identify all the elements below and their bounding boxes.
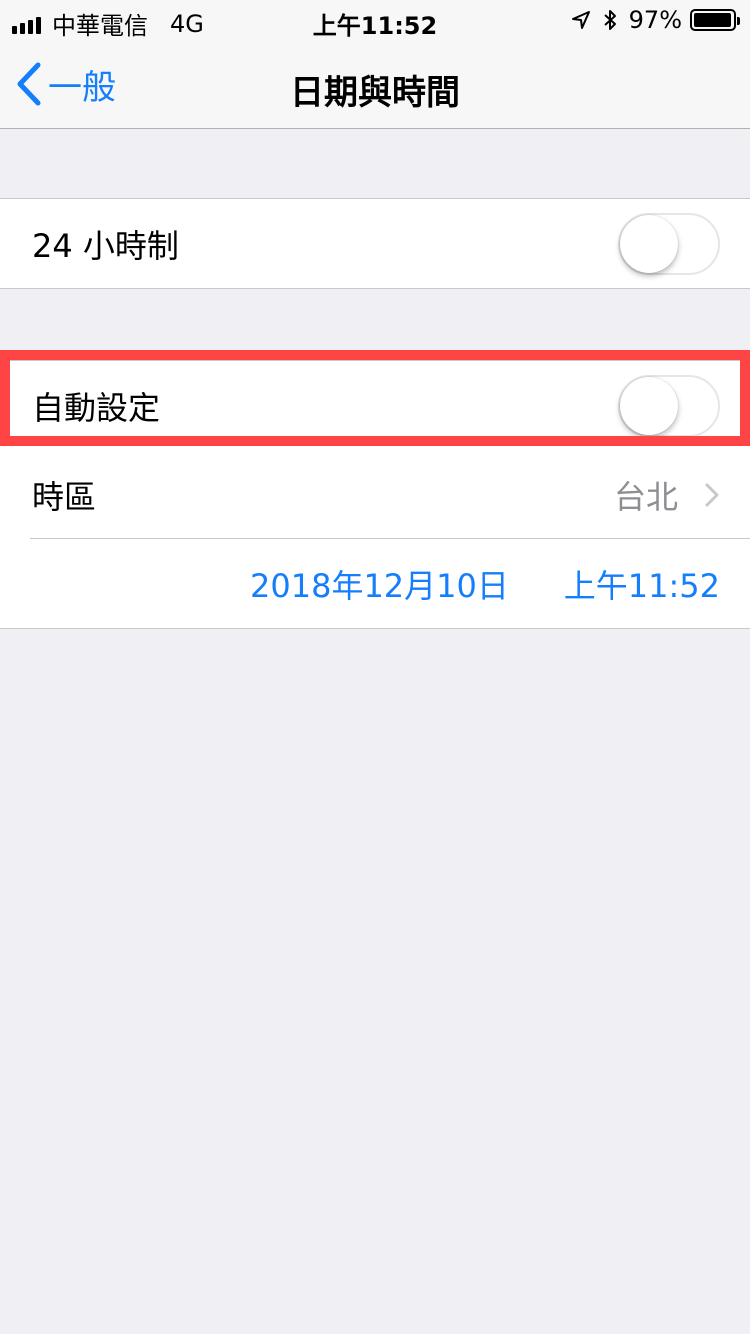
- page-title: 日期與時間: [290, 73, 460, 113]
- bluetooth-icon: [603, 9, 617, 31]
- date-time-cell[interactable]: 2018年12月10日 上午11:52: [0, 539, 750, 628]
- chevron-right-icon: [705, 483, 719, 507]
- status-bar: 中華電信 4G 上午11:52 97%: [0, 0, 750, 40]
- toggle-knob: [620, 377, 678, 435]
- clock-format-group: 24 小時制: [0, 198, 750, 289]
- battery-percent: 97%: [628, 6, 682, 34]
- location-arrow-icon: [571, 10, 591, 30]
- clock-24h-cell: 24 小時制: [0, 199, 750, 288]
- date-time-group: 自動設定 時區 台北 2018年12月10日 上午11:52: [0, 360, 750, 629]
- time-value[interactable]: 上午11:52: [564, 561, 720, 607]
- timezone-cell[interactable]: 時區 台北: [0, 450, 750, 539]
- screen: 中華電信 4G 上午11:52 97% 一般 日期與時間 24 小時制 自動設定…: [0, 0, 750, 1334]
- clock-24h-toggle[interactable]: [618, 213, 720, 275]
- battery-level: [694, 13, 731, 27]
- toggle-knob: [620, 215, 678, 273]
- date-value[interactable]: 2018年12月10日: [250, 561, 509, 607]
- battery-icon: [690, 9, 740, 31]
- auto-set-cell: 自動設定: [0, 361, 750, 450]
- navigation-bar: 一般 日期與時間: [0, 40, 750, 129]
- battery-tip: [737, 17, 740, 25]
- auto-set-toggle[interactable]: [618, 375, 720, 437]
- status-right: 97%: [571, 6, 740, 34]
- timezone-value: 台北: [613, 477, 678, 516]
